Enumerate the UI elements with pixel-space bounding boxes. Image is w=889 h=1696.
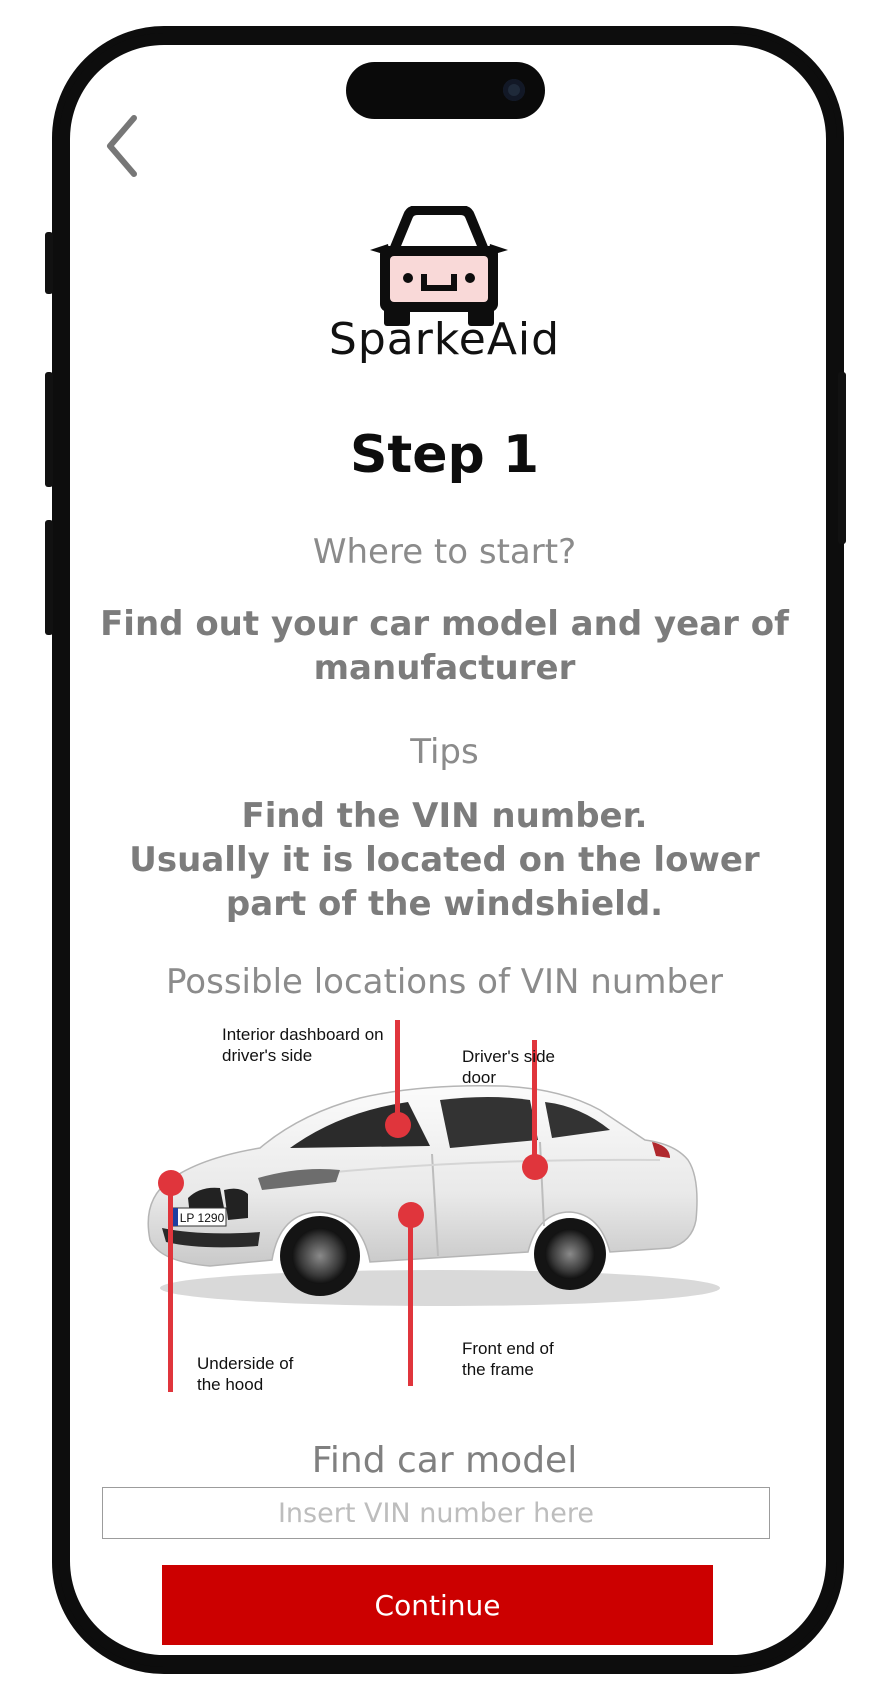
license-plate-text: LP 1290: [180, 1211, 225, 1225]
tip-line: part of the windshield.: [225, 884, 664, 924]
find-car-model-heading: Find car model: [311, 1440, 578, 1481]
tip-line: Usually it is located on the lower: [129, 840, 760, 880]
callout-hood: Underside of the hood: [197, 1354, 294, 1394]
callout-door: Driver's side door: [462, 1047, 555, 1087]
dynamic-island: [346, 62, 545, 119]
car-face-icon: [370, 206, 508, 326]
chevron-left-icon: [107, 115, 137, 177]
callout-frame: Front end of the frame: [462, 1339, 554, 1379]
tip-text: Find the VIN number. Usually it is locat…: [120, 794, 769, 926]
hood-marker-line: [168, 1182, 173, 1392]
camera-icon: [503, 79, 525, 101]
vin-locations-heading: Possible locations of VIN number: [166, 962, 723, 1002]
tips-heading: Tips: [410, 732, 479, 772]
brand-wordmark: SparkeAid: [328, 314, 561, 365]
back-button[interactable]: [100, 110, 150, 180]
car-image: LP 1290: [147, 1085, 720, 1306]
dashboard-marker-dot: [385, 1112, 411, 1138]
instruction-text: Find out your car model and year of manu…: [100, 604, 789, 688]
vin-input[interactable]: [102, 1487, 770, 1539]
tip-line: Find the VIN number.: [241, 796, 648, 836]
step-title: Step 1: [349, 425, 540, 485]
phone-silent-switch: [45, 232, 53, 294]
where-to-start-label: Where to start?: [312, 532, 577, 572]
continue-button[interactable]: Continue: [162, 1565, 713, 1645]
dashboard-marker-line: [395, 1020, 400, 1122]
vin-locations-illustration: LP 1290 Interior dashboard on driver's s…: [140, 1020, 740, 1400]
callout-dashboard: Interior dashboard on driver's side: [222, 1025, 384, 1065]
frame-marker-line: [408, 1216, 413, 1386]
door-marker-dot: [522, 1154, 548, 1180]
